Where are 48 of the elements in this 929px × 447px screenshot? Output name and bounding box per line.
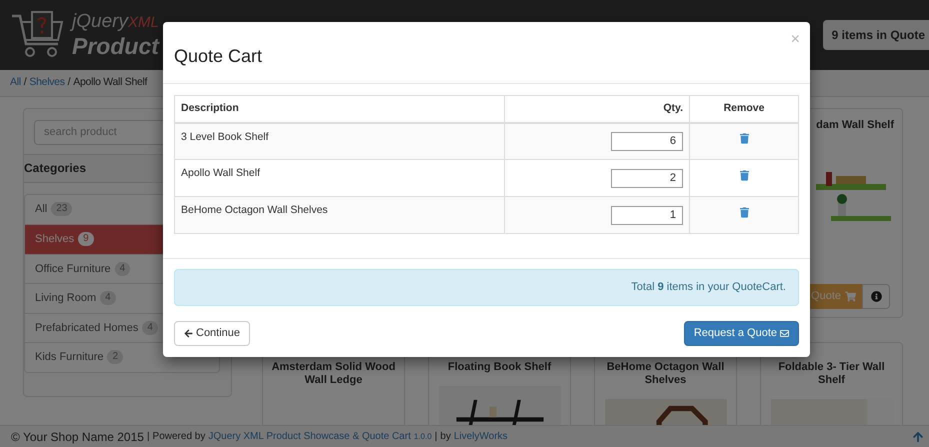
copyright-text: © Your Shop Name 2015 [11, 428, 144, 446]
footer-text: Powered by [152, 430, 206, 444]
footer-text: by [440, 430, 451, 444]
product-title[interactable]: dam Wall Shelf [816, 119, 902, 132]
version-text: 1.0.0 [414, 430, 432, 442]
column-header: Remove [690, 96, 798, 122]
breadcrumb-current: Apollo Wall Shelf [73, 75, 148, 90]
column-header: Qty. [504, 96, 690, 122]
product-title[interactable]: BeHome Octagon Wall Shelves [599, 361, 732, 387]
close-button[interactable]: × [790, 32, 800, 48]
count-badge: 9 [78, 232, 94, 246]
footer-separator: | [434, 430, 438, 444]
product-title[interactable]: Floating Book Shelf [448, 361, 552, 374]
modal-title: Quote Cart [174, 45, 262, 68]
remove-button[interactable] [740, 170, 748, 181]
logo-accent: XML [128, 15, 159, 30]
quantity-field[interactable]: 6 [611, 132, 683, 151]
arrow-left-icon [184, 329, 193, 338]
scroll-up-icon[interactable] [913, 430, 923, 442]
quantity-field[interactable]: 1 [611, 206, 683, 224]
product-title[interactable]: Amsterdam Solid Wood Wall Ledge [267, 361, 400, 387]
quantity-field[interactable]: 2 [611, 168, 683, 188]
breadcrumb-link[interactable]: Shelves [29, 75, 65, 91]
column-header: Description [174, 96, 504, 122]
logo-text: jQuery [72, 12, 128, 31]
footer-separator: | [146, 430, 150, 444]
total-text: Total 9 items in your QuoteCart. [631, 280, 786, 296]
author-link[interactable]: LivelyWorks [454, 429, 508, 444]
product-link[interactable]: JQuery XML Product Showcase & Quote Cart [208, 429, 411, 444]
breadcrumb-separator: / [68, 75, 70, 90]
logo-title: Product [72, 35, 159, 58]
trash-icon [740, 132, 748, 144]
envelope-icon [780, 329, 789, 338]
cart-icon [845, 291, 856, 302]
remove-button[interactable] [740, 132, 748, 144]
trash-icon [740, 206, 748, 218]
continue-button[interactable]: Continue [174, 321, 250, 346]
quote-cart-button[interactable]: 9 items in Quote [822, 20, 929, 50]
table-cell: BeHome Octagon Wall Shelves [174, 196, 504, 234]
info-button[interactable] [862, 284, 890, 309]
remove-button[interactable] [740, 206, 748, 218]
breadcrumb-separator: / [24, 75, 26, 90]
request-quote-button[interactable]: Request a Quote [684, 321, 799, 346]
breadcrumb-link[interactable]: All [10, 75, 21, 91]
product-title[interactable]: Foldable 3- Tier Wall Shelf [765, 361, 898, 387]
info-icon [870, 291, 882, 302]
categories-heading: Categories [24, 160, 86, 177]
trash-icon [740, 170, 748, 181]
